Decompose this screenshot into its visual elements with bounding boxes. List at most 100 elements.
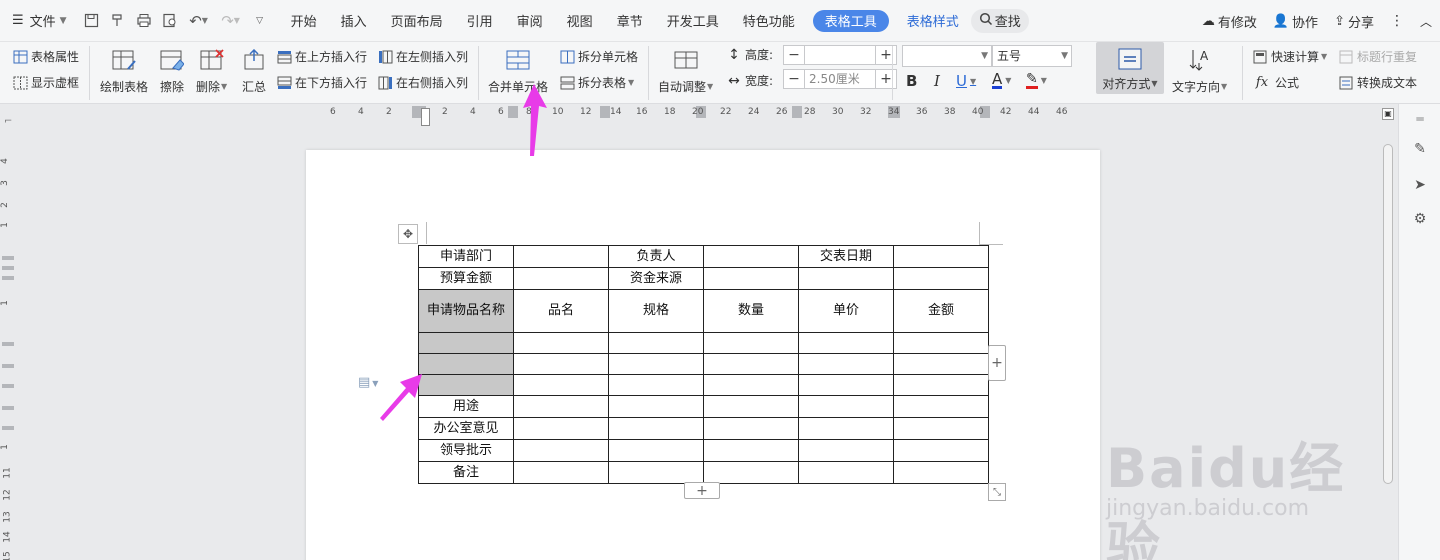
table-cell[interactable] [513, 461, 609, 484]
width-stepper[interactable]: − 2.50厘米 + [783, 69, 897, 89]
table-cell[interactable]: 数量 [703, 289, 799, 333]
vertical-ruler[interactable]: 4 3 2 1 1 1 11 12 13 14 15 [0, 120, 16, 560]
table-cell[interactable]: 交表日期 [798, 245, 894, 268]
ruler-marker[interactable] [508, 106, 518, 118]
more-icon[interactable]: ⋮ [1382, 0, 1412, 42]
table-cell[interactable] [703, 395, 799, 418]
height-value[interactable] [804, 46, 876, 64]
table-cell[interactable] [893, 395, 989, 418]
width-minus-button[interactable]: − [784, 70, 804, 88]
table-cell[interactable] [608, 417, 704, 440]
tab-table-tools[interactable]: 表格工具 [812, 9, 889, 32]
save-icon[interactable] [81, 10, 103, 32]
table-resize-handle-icon[interactable]: ⤡ [988, 483, 1006, 501]
add-row-button[interactable]: + [684, 482, 720, 499]
table-cell[interactable] [418, 374, 514, 396]
show-gridlines-button[interactable]: 显示虚框 [12, 74, 79, 91]
table-cell[interactable]: 备注 [418, 461, 514, 484]
table-cell[interactable] [513, 439, 609, 462]
table-cell[interactable] [513, 395, 609, 418]
ruler-marker[interactable] [792, 106, 802, 118]
document-options-icon[interactable]: ▤ ▼ [358, 375, 378, 390]
vertical-scrollbar[interactable]: ▣ [1378, 104, 1398, 560]
repeat-header-button[interactable]: 标题行重复 [1338, 48, 1417, 65]
select-cursor-icon[interactable]: ➤ [1409, 174, 1431, 196]
tab-page-layout[interactable]: 页面布局 [379, 0, 455, 42]
tab-view[interactable]: 视图 [555, 0, 605, 42]
table-cell[interactable] [418, 332, 514, 354]
customize-quick-access-icon[interactable]: ▽ [249, 10, 271, 32]
draw-table-button[interactable]: 绘制表格 [100, 46, 148, 95]
text-direction-button[interactable]: A 文字方向 ▼ [1172, 46, 1227, 95]
table-cell[interactable]: 资金来源 [608, 267, 704, 290]
modified-button[interactable]: ☁ 有修改 [1194, 0, 1265, 42]
erase-button[interactable]: 擦除 [158, 46, 186, 95]
table-cell[interactable] [608, 353, 704, 375]
scrollbar-thumb[interactable] [1383, 144, 1393, 484]
table-cell[interactable] [893, 245, 989, 268]
print-icon[interactable] [133, 10, 155, 32]
undo-icon[interactable]: ↶ ▼ [185, 10, 213, 32]
summary-button[interactable]: 汇总 [240, 46, 268, 95]
add-column-button[interactable]: + [988, 345, 1006, 381]
table-cell[interactable]: 规格 [608, 289, 704, 333]
scroll-top-icon[interactable]: ▣ [1382, 108, 1394, 120]
table-cell[interactable] [703, 245, 799, 268]
file-menu[interactable]: ☰ 文件 ▼ [0, 0, 79, 42]
indent-marker[interactable] [421, 108, 430, 126]
table-cell[interactable] [418, 353, 514, 375]
underline-icon[interactable]: U ▼ [956, 72, 976, 90]
table-cell[interactable]: 负责人 [608, 245, 704, 268]
align-button[interactable]: 对齐方式 ▼ [1096, 42, 1164, 94]
table-cell[interactable] [513, 267, 609, 290]
table-cell[interactable] [513, 417, 609, 440]
height-stepper[interactable]: − + [783, 45, 897, 65]
table-cell[interactable]: 品名 [513, 289, 609, 333]
table-cell[interactable] [513, 332, 609, 354]
table-cell[interactable] [893, 461, 989, 484]
tab-developer[interactable]: 开发工具 [655, 0, 731, 42]
table-cell[interactable] [893, 374, 989, 396]
table-cell[interactable]: 申请部门 [418, 245, 514, 268]
insert-below-button[interactable]: 在下方插入行 [276, 74, 367, 91]
tab-insert[interactable]: 插入 [329, 0, 379, 42]
table-cell[interactable] [798, 417, 894, 440]
table-cell[interactable] [703, 267, 799, 290]
highlight-icon[interactable]: ✎ ▼ [1026, 72, 1047, 89]
format-painter-icon[interactable] [107, 10, 129, 32]
edit-pen-icon[interactable]: ✎ [1409, 138, 1431, 160]
table-cell[interactable] [513, 245, 609, 268]
horizontal-ruler[interactable]: 6 4 2 2 4 6 8 10 12 14 16 18 20 22 24 26… [320, 104, 1080, 120]
table-cell[interactable] [703, 374, 799, 396]
table-cell[interactable]: 预算金额 [418, 267, 514, 290]
table-cell[interactable] [608, 332, 704, 354]
font-size-select[interactable]: 五号 ▼ [992, 45, 1072, 67]
tab-chapter[interactable]: 章节 [605, 0, 655, 42]
print-preview-icon[interactable] [159, 10, 181, 32]
ruler-marker[interactable] [600, 106, 610, 118]
table-cell[interactable] [608, 439, 704, 462]
table-cell[interactable] [798, 353, 894, 375]
table-cell[interactable] [703, 461, 799, 484]
table-cell[interactable] [703, 439, 799, 462]
formula-button[interactable]: fx 公式 [1252, 74, 1299, 91]
split-cells-button[interactable]: 拆分单元格 [559, 48, 638, 65]
table-cell[interactable] [798, 267, 894, 290]
table-cell[interactable] [798, 461, 894, 484]
bold-icon[interactable]: B [906, 72, 917, 90]
collapse-ribbon-icon[interactable]: ︿ [1412, 0, 1440, 42]
redo-icon[interactable]: ↷ ▼ [217, 10, 245, 32]
table-cell[interactable]: 办公室意见 [418, 417, 514, 440]
table-cell[interactable]: 用途 [418, 395, 514, 418]
height-plus-button[interactable]: + [876, 46, 896, 64]
share-button[interactable]: ⇪ 分享 [1326, 0, 1382, 42]
width-plus-button[interactable]: + [876, 70, 896, 88]
font-color-icon[interactable]: A ▼ [992, 72, 1011, 89]
table-cell[interactable]: 金额 [893, 289, 989, 333]
insert-left-button[interactable]: 在左侧插入列 [377, 48, 468, 65]
height-minus-button[interactable]: − [784, 46, 804, 64]
delete-button[interactable]: 删除 ▼ [196, 46, 227, 95]
font-name-select[interactable]: ▼ [902, 45, 992, 67]
table-cell[interactable] [608, 395, 704, 418]
to-text-button[interactable]: 转换成文本 [1338, 74, 1417, 91]
